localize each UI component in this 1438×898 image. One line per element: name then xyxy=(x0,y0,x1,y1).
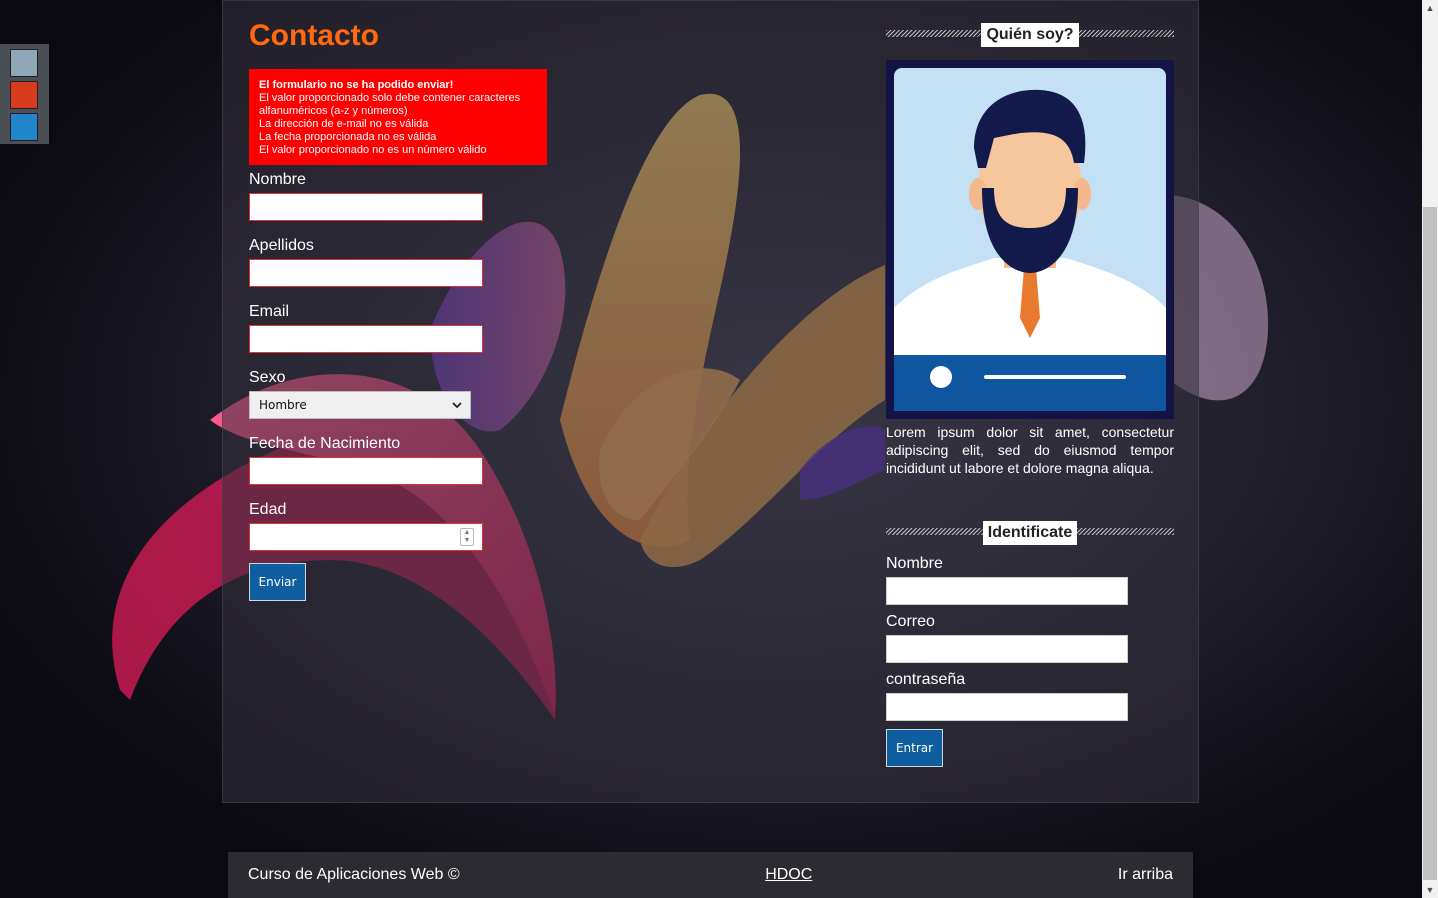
about-heading-text: Quién soy? xyxy=(981,23,1079,47)
about-text: Lorem ipsum dolor sit amet, consectetur … xyxy=(886,424,1174,476)
edad-label: Edad xyxy=(249,501,287,518)
email-input[interactable] xyxy=(249,325,483,353)
page-scrollbar[interactable]: ▲ ▼ xyxy=(1422,0,1438,898)
back-to-top-link[interactable]: Ir arriba xyxy=(1118,866,1173,884)
error-item: La fecha proporcionada no es válida xyxy=(259,131,437,143)
nombre-input[interactable] xyxy=(249,193,483,221)
theme-swatch-orange-red[interactable] xyxy=(10,81,38,109)
contact-section: Contacto El formulario no se ha podido e… xyxy=(249,19,549,601)
login-correo-input[interactable] xyxy=(886,635,1128,663)
fecha-nacimiento-input[interactable] xyxy=(249,457,483,485)
scroll-down-arrow-icon[interactable]: ▼ xyxy=(1422,882,1438,898)
theme-swatch-blue[interactable] xyxy=(10,113,38,141)
sexo-selected-value: Hombre xyxy=(259,398,307,412)
error-box: El formulario no se ha podido enviar! El… xyxy=(249,69,547,165)
login-password-input[interactable] xyxy=(886,693,1128,721)
sexo-select[interactable]: Hombre xyxy=(249,391,471,419)
edad-number-input[interactable]: ▲ ▼ xyxy=(249,523,483,551)
main-panel: Contacto El formulario no se ha podido e… xyxy=(222,0,1199,803)
spinner-arrows-icon[interactable]: ▲ ▼ xyxy=(460,528,474,546)
apellidos-input[interactable] xyxy=(249,259,483,287)
profile-illustration xyxy=(894,68,1166,411)
error-item: La dirección de e-mail no es válida xyxy=(259,118,429,130)
sidebar: Quién soy? Lorem ipsum dolor sit amet, c… xyxy=(886,21,1174,767)
login-correo-label: Correo xyxy=(886,613,935,630)
error-item: El valor proporcionado solo debe contene… xyxy=(259,92,521,117)
about-heading: Quién soy? xyxy=(886,21,1174,49)
footer-copyright: Curso de Aplicaciones Web © xyxy=(248,866,460,883)
apellidos-label: Apellidos xyxy=(249,237,314,254)
nombre-label: Nombre xyxy=(249,171,306,188)
fecha-nacimiento-label: Fecha de Nacimiento xyxy=(249,435,401,452)
login-heading-text: Identificate xyxy=(982,521,1078,545)
error-title: El formulario no se ha podido enviar! xyxy=(259,79,454,91)
login-password-label: contraseña xyxy=(886,671,966,688)
email-label: Email xyxy=(249,303,290,320)
entrar-button[interactable]: Entrar xyxy=(886,729,943,767)
theme-swatch-blue-grey[interactable] xyxy=(10,49,38,77)
login-nombre-label: Nombre xyxy=(886,555,943,572)
avatar xyxy=(886,60,1174,419)
chevron-down-icon xyxy=(452,398,462,412)
sexo-label: Sexo xyxy=(249,369,286,386)
scrollbar-thumb[interactable] xyxy=(1423,207,1437,880)
login-heading: Identificate xyxy=(886,519,1174,547)
scroll-up-arrow-icon[interactable]: ▲ xyxy=(1422,0,1438,16)
login-nombre-input[interactable] xyxy=(886,577,1128,605)
enviar-button[interactable]: Enviar xyxy=(249,563,306,601)
error-item: El valor proporcionado no es un número v… xyxy=(259,144,487,156)
page-title: Contacto xyxy=(249,19,379,52)
theme-switcher xyxy=(0,44,49,144)
footer-hdoc-link[interactable]: HDOC xyxy=(765,866,812,884)
footer: Curso de Aplicaciones Web © HDOC Ir arri… xyxy=(228,852,1193,898)
